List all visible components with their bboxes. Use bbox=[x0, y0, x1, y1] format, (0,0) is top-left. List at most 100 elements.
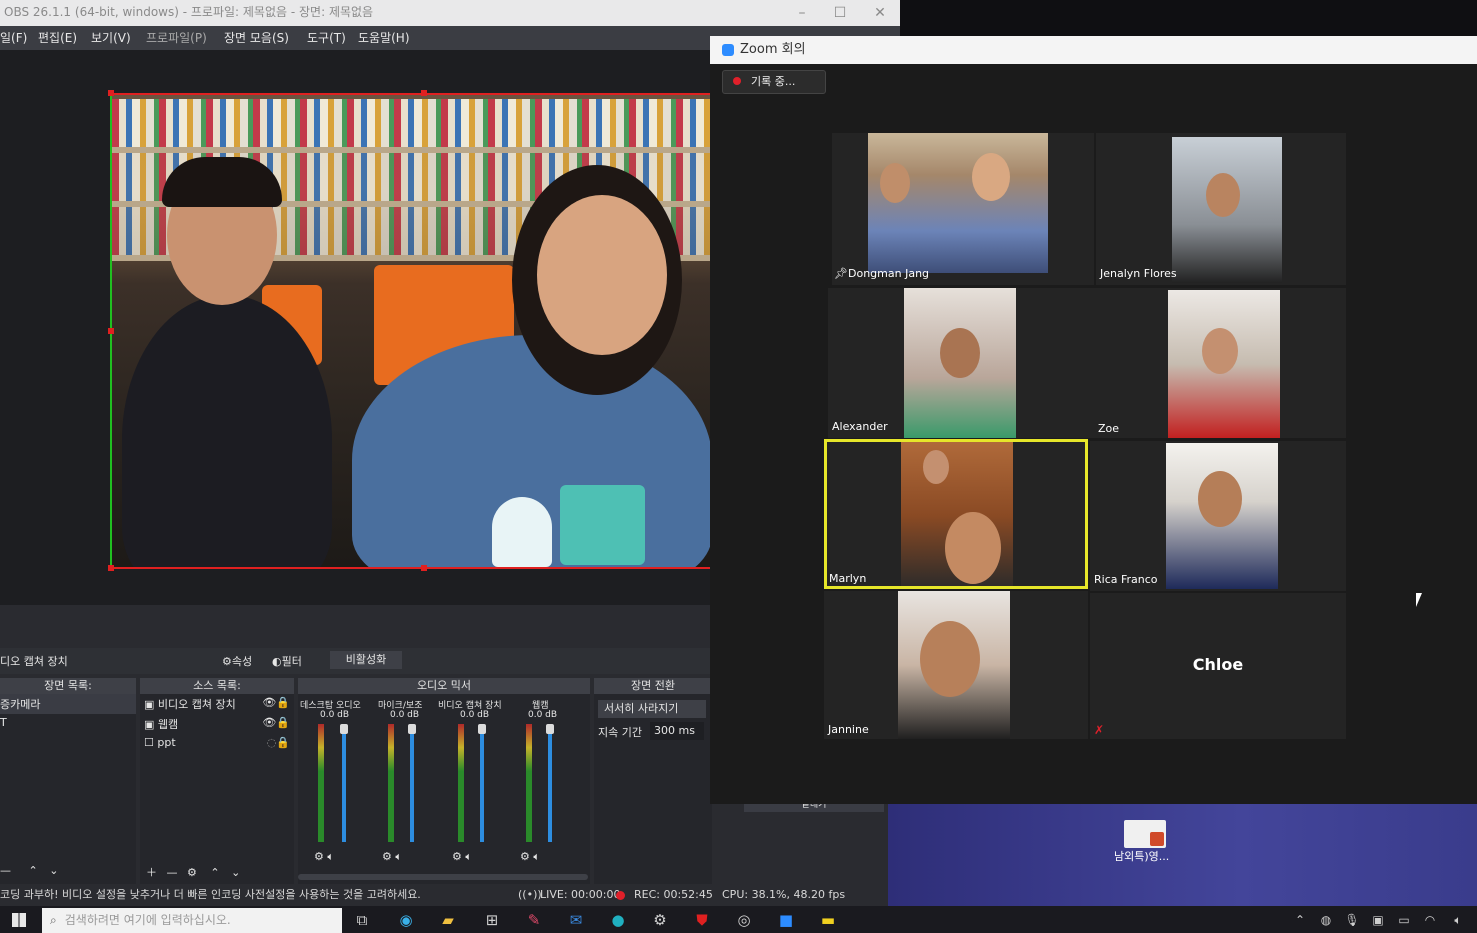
video-preview[interactable] bbox=[110, 93, 712, 569]
close-button[interactable]: ✕ bbox=[870, 4, 890, 22]
chevron-up-icon[interactable]: ⌃ bbox=[1290, 910, 1310, 930]
recording-button[interactable]: 기록 중... bbox=[722, 70, 826, 94]
store-icon[interactable]: ⊞ bbox=[482, 910, 502, 930]
source-controls: ＋ — ⚙ ⌃ ⌄ bbox=[146, 864, 240, 880]
menu-profile[interactable]: 프로파일(P) bbox=[146, 26, 207, 50]
wifi-icon[interactable]: ◠ bbox=[1420, 910, 1440, 930]
fader-knob[interactable] bbox=[408, 724, 416, 734]
powerpoint-file-icon[interactable] bbox=[1124, 820, 1166, 848]
zoom-icon[interactable]: ■ bbox=[776, 910, 796, 930]
scene-item[interactable]: 증카메라 bbox=[0, 694, 136, 714]
filters-button[interactable]: ◐필터 bbox=[272, 653, 302, 669]
mixer-channel-db: 0.0 dB bbox=[460, 710, 490, 720]
kakaotalk-icon[interactable]: ▬ bbox=[818, 910, 838, 930]
menu-help[interactable]: 도움말(H) bbox=[358, 26, 410, 50]
participant-video bbox=[868, 133, 1048, 273]
speaker-icon[interactable]: 🔈︎ bbox=[395, 850, 402, 863]
audio-mixer-dock: 오디오 믹서 데스크탑 오디오 0.0 dB ⚙ 🔈︎ 마이크/보조 0.0 d… bbox=[298, 678, 590, 884]
participant-tile[interactable]: Alexander bbox=[828, 288, 1094, 438]
menu-edit[interactable]: 편집(E) bbox=[38, 26, 77, 50]
participant-tile[interactable]: Jenalyn Flores bbox=[1096, 133, 1346, 285]
visibility-eye-icon[interactable]: 👁︎🔒 bbox=[262, 696, 290, 709]
scene-controls: — ⌃ ⌄ bbox=[0, 864, 58, 877]
windows-start-icon[interactable] bbox=[12, 913, 26, 927]
move-up-icon[interactable]: ⌃ bbox=[210, 866, 219, 879]
menu-view[interactable]: 보기(V) bbox=[91, 26, 131, 50]
obs-icon[interactable]: ◎ bbox=[734, 910, 754, 930]
mixer-scrollbar[interactable] bbox=[298, 874, 588, 880]
resize-handle[interactable] bbox=[421, 565, 427, 571]
notification-icon[interactable]: ▣ bbox=[1368, 910, 1388, 930]
menu-scene-collection[interactable]: 장면 모음(S) bbox=[224, 26, 289, 50]
sources-dock: 소스 목록: ▣ 비디오 캡쳐 장치 👁︎🔒 ▣ 웹캠 👁︎🔒 ☐ ppt ◌🔒… bbox=[140, 678, 294, 884]
edge-browser-icon[interactable]: ◉ bbox=[396, 910, 416, 930]
resize-handle[interactable] bbox=[108, 328, 114, 334]
fader-knob[interactable] bbox=[546, 724, 554, 734]
source-item[interactable]: ▣ 웹캠 👁︎🔒 bbox=[140, 714, 294, 734]
participant-tile[interactable]: Jannine bbox=[824, 591, 1088, 739]
duration-input[interactable]: 300 ms bbox=[650, 722, 704, 740]
mixer-channel-db: 0.0 dB bbox=[528, 710, 558, 720]
gear-icon[interactable]: ⚙ bbox=[187, 866, 197, 879]
volume-fader[interactable] bbox=[548, 728, 552, 842]
zoom-title-bar: Zoom 회의 bbox=[710, 36, 1477, 64]
gear-icon: ⚙ bbox=[222, 655, 232, 668]
volume-meter bbox=[388, 724, 394, 842]
remove-scene-button[interactable]: — bbox=[0, 864, 11, 877]
volume-fader[interactable] bbox=[342, 728, 346, 842]
task-view-icon[interactable]: ⧉ bbox=[352, 910, 372, 930]
speaker-icon[interactable]: 🔈︎ bbox=[533, 850, 540, 863]
move-down-icon[interactable]: ⌄ bbox=[231, 866, 240, 879]
minimize-button[interactable]: – bbox=[792, 4, 812, 22]
gear-icon[interactable]: ⚙ bbox=[452, 850, 462, 863]
sources-header: 소스 목록: bbox=[140, 678, 294, 694]
source-item[interactable]: ☐ ppt ◌🔒 bbox=[140, 734, 294, 751]
settings-gear-icon[interactable]: ⚙ bbox=[650, 910, 670, 930]
move-down-icon[interactable]: ⌄ bbox=[49, 864, 58, 877]
scene-item[interactable]: T bbox=[0, 714, 136, 731]
app-icon[interactable]: ● bbox=[608, 910, 628, 930]
visibility-eye-icon[interactable]: 👁︎🔒 bbox=[262, 716, 290, 729]
battery-icon[interactable]: ▭ bbox=[1394, 910, 1414, 930]
security-icon[interactable]: ⛊ bbox=[692, 910, 712, 930]
volume-fader[interactable] bbox=[480, 728, 484, 842]
maximize-button[interactable]: ☐ bbox=[830, 4, 850, 22]
fader-knob[interactable] bbox=[478, 724, 486, 734]
properties-button[interactable]: ⚙속성 bbox=[222, 653, 252, 669]
menu-tools[interactable]: 도구(T) bbox=[307, 26, 346, 50]
file-explorer-icon[interactable]: ▰ bbox=[438, 910, 458, 930]
volume-icon[interactable]: 🔈︎ bbox=[1448, 910, 1468, 930]
speaker-icon[interactable]: 🔈︎ bbox=[465, 850, 472, 863]
visibility-hidden-icon[interactable]: ◌🔒 bbox=[267, 736, 290, 749]
participant-face bbox=[1198, 471, 1242, 527]
gear-icon[interactable]: ⚙ bbox=[382, 850, 392, 863]
desktop-file-label[interactable]: 남외특)영... bbox=[1114, 848, 1169, 864]
gear-icon[interactable]: ⚙ bbox=[314, 850, 324, 863]
participant-tile[interactable]: 📌︎ Dongman Jang bbox=[832, 133, 1094, 285]
paint-icon[interactable]: ✎ bbox=[524, 910, 544, 930]
network-icon[interactable]: ◍ bbox=[1316, 910, 1336, 930]
participant-tile-active-speaker[interactable]: Marlyn bbox=[824, 439, 1088, 589]
participant-tile[interactable]: Rica Franco bbox=[1090, 441, 1346, 591]
menu-file[interactable]: 일(F) bbox=[0, 26, 27, 50]
fader-knob[interactable] bbox=[340, 724, 348, 734]
move-up-icon[interactable]: ⌃ bbox=[29, 864, 38, 877]
resize-handle[interactable] bbox=[421, 90, 427, 96]
participant-tile-video-off[interactable]: Chloe ✗ bbox=[1090, 593, 1346, 739]
transition-select[interactable]: 서서히 사라지기 bbox=[598, 700, 706, 718]
taskbar-search-input[interactable]: ⌕ 검색하려면 여기에 입력하십시오. bbox=[42, 908, 342, 933]
resize-handle[interactable] bbox=[108, 90, 114, 96]
volume-fader[interactable] bbox=[410, 728, 414, 842]
source-item[interactable]: ▣ 비디오 캡쳐 장치 👁︎🔒 bbox=[140, 694, 294, 714]
mic-icon[interactable]: 🎙︎ bbox=[1342, 910, 1362, 930]
speaker-icon[interactable]: 🔈︎ bbox=[327, 850, 334, 863]
mail-icon[interactable]: ✉ bbox=[566, 910, 586, 930]
participant-tile[interactable]: Zoe bbox=[1094, 288, 1346, 438]
gear-icon[interactable]: ⚙ bbox=[520, 850, 530, 863]
mouse-cursor-icon bbox=[1416, 593, 1422, 607]
add-source-button[interactable]: ＋ bbox=[146, 866, 157, 879]
remove-source-button[interactable]: — bbox=[167, 866, 178, 879]
resize-handle[interactable] bbox=[108, 565, 114, 571]
rec-time: REC: 00:52:45 bbox=[634, 888, 713, 901]
deactivate-button[interactable]: 비활성화 bbox=[330, 651, 402, 669]
